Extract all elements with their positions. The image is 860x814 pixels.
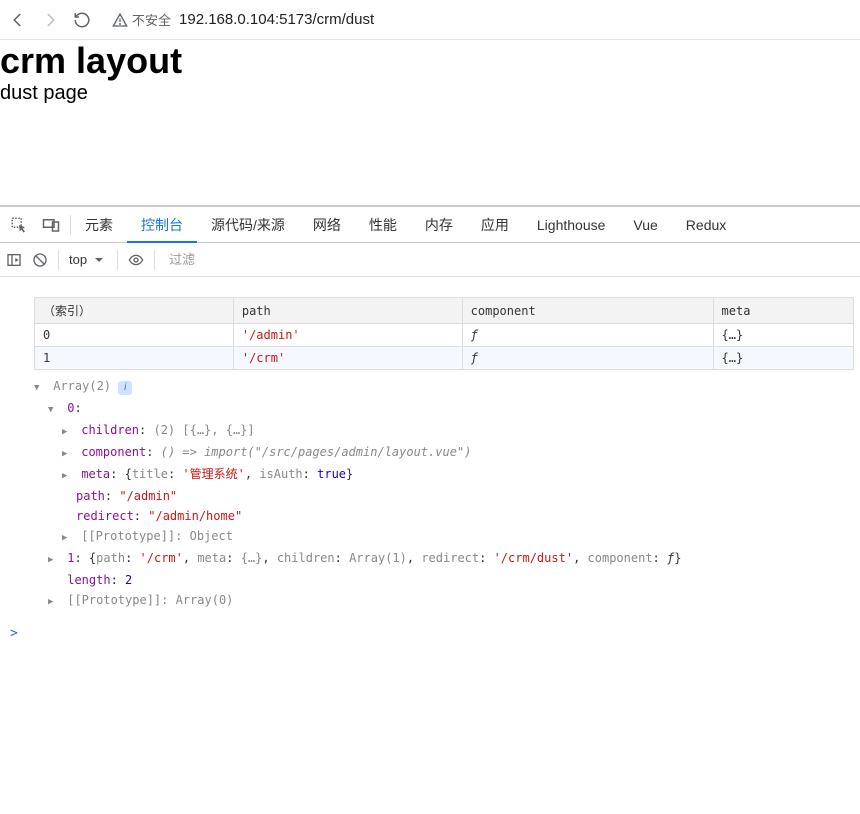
url-text: 192.168.0.104:5173/crm/dust: [179, 11, 374, 28]
expand-arrow-icon[interactable]: [48, 548, 60, 570]
not-secure-label: 不安全: [132, 10, 171, 29]
table-header-row: （索引） path component meta: [35, 298, 854, 324]
expand-arrow-icon[interactable]: [48, 398, 60, 420]
context-selector[interactable]: top: [69, 252, 107, 268]
table-row[interactable]: 1 '/crm' ƒ {…}: [35, 347, 854, 370]
console-table: （索引） path component meta 0 '/admin' ƒ {……: [34, 297, 854, 370]
not-secure-indicator: 不安全: [112, 10, 171, 29]
tab-memory[interactable]: 内存: [411, 207, 467, 243]
tree-path[interactable]: path: "/admin": [34, 486, 860, 506]
separator: [117, 250, 118, 270]
expand-arrow-icon[interactable]: [62, 464, 74, 486]
info-icon[interactable]: i: [118, 381, 132, 395]
cell-component: ƒ: [462, 324, 713, 347]
address-bar[interactable]: 不安全 192.168.0.104:5173/crm/dust: [104, 10, 852, 29]
tree-prototype-root[interactable]: [[Prototype]]: Array(0): [34, 590, 860, 612]
page-viewport: crm layout dust page: [0, 40, 860, 206]
back-button[interactable]: [8, 10, 28, 30]
tab-vue[interactable]: Vue: [619, 207, 671, 243]
tab-elements[interactable]: 元素: [71, 207, 127, 243]
cell-index: 0: [35, 324, 234, 347]
tab-performance[interactable]: 性能: [355, 207, 411, 243]
cell-path: '/admin': [233, 324, 462, 347]
tab-redux[interactable]: Redux: [672, 207, 740, 243]
warning-icon: [112, 12, 128, 28]
devtools-panel: 元素 控制台 源代码/来源 网络 性能 内存 应用 Lighthouse Vue…: [0, 206, 860, 645]
th-path[interactable]: path: [233, 298, 462, 324]
tree-length[interactable]: length: 2: [34, 570, 860, 590]
separator: [58, 250, 59, 270]
cell-meta: {…}: [713, 324, 853, 347]
tab-console[interactable]: 控制台: [127, 207, 197, 243]
clear-console-icon[interactable]: [32, 252, 48, 268]
page-subheading: dust page: [0, 82, 860, 105]
console-toolbar: top: [0, 243, 860, 277]
console-prompt[interactable]: >: [0, 622, 860, 645]
cell-index: 1: [35, 347, 234, 370]
cell-component: ƒ: [462, 347, 713, 370]
tab-network[interactable]: 网络: [299, 207, 355, 243]
expand-arrow-icon[interactable]: [62, 442, 74, 464]
cell-meta: {…}: [713, 347, 853, 370]
tree-redirect[interactable]: redirect: "/admin/home": [34, 506, 860, 526]
tab-sources[interactable]: 源代码/来源: [197, 207, 299, 243]
console-body: （索引） path component meta 0 '/admin' ƒ {……: [0, 277, 860, 645]
page-heading: crm layout: [0, 40, 860, 82]
tab-lighthouse[interactable]: Lighthouse: [523, 207, 620, 243]
tree-meta[interactable]: meta: {title: '管理系统', isAuth: true}: [34, 464, 860, 486]
expand-arrow-icon[interactable]: [34, 376, 46, 398]
tree-node-1[interactable]: 1: {path: '/crm', meta: {…}, children: A…: [34, 548, 860, 570]
expand-arrow-icon[interactable]: [48, 590, 60, 612]
reload-button[interactable]: [72, 10, 92, 30]
devtools-tabs: 元素 控制台 源代码/来源 网络 性能 内存 应用 Lighthouse Vue…: [0, 207, 860, 243]
context-label: top: [69, 252, 87, 267]
chevron-down-icon: [91, 252, 107, 268]
th-meta[interactable]: meta: [713, 298, 853, 324]
forward-button[interactable]: [40, 10, 60, 30]
expand-arrow-icon[interactable]: [62, 420, 74, 442]
device-toggle-icon[interactable]: [38, 212, 64, 238]
tree-component[interactable]: component: () => import("/src/pages/admi…: [34, 442, 860, 464]
sidebar-toggle-icon[interactable]: [6, 252, 22, 268]
cell-path: '/crm': [233, 347, 462, 370]
tree-prototype[interactable]: [[Prototype]]: Object: [34, 526, 860, 548]
filter-input[interactable]: [165, 250, 854, 269]
live-expression-icon[interactable]: [128, 252, 144, 268]
separator: [154, 250, 155, 270]
tab-application[interactable]: 应用: [467, 207, 523, 243]
tree-children[interactable]: children: (2) [{…}, {…}]: [34, 420, 860, 442]
tree-node-0[interactable]: 0:: [34, 398, 860, 420]
th-index[interactable]: （索引）: [35, 298, 234, 324]
table-row[interactable]: 0 '/admin' ƒ {…}: [35, 324, 854, 347]
th-component[interactable]: component: [462, 298, 713, 324]
object-tree: Array(2) i 0: children: (2) [{…}, {…}] c…: [0, 376, 860, 622]
expand-arrow-icon[interactable]: [62, 526, 74, 548]
tree-root[interactable]: Array(2) i: [34, 376, 860, 398]
browser-navbar: 不安全 192.168.0.104:5173/crm/dust: [0, 0, 860, 40]
inspect-icon[interactable]: [6, 212, 32, 238]
